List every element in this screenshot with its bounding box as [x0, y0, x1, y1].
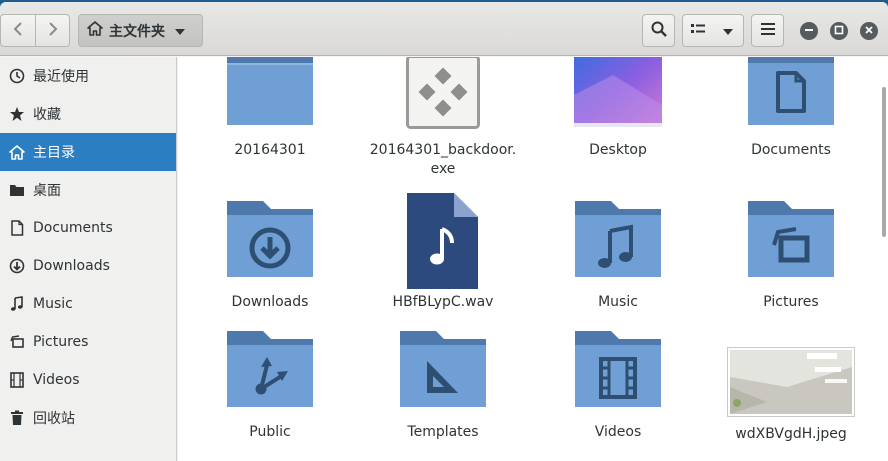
- sidebar-item-videos[interactable]: Videos: [0, 361, 176, 399]
- folder-templates-icon: [358, 331, 528, 411]
- chevron-down-icon: [175, 23, 185, 39]
- file-item[interactable]: 20164301: [185, 57, 355, 160]
- view-dropdown-button[interactable]: [713, 15, 743, 46]
- file-item[interactable]: HBfBLypC.wav: [358, 193, 528, 312]
- folder-pictures-icon: [706, 201, 876, 281]
- view-list-icon: [691, 23, 705, 39]
- header-bar: 主文件夹: [0, 2, 888, 56]
- main-menu-button[interactable]: [751, 14, 784, 47]
- hamburger-menu-icon: [760, 22, 775, 39]
- sidebar-item-label: Videos: [33, 372, 80, 388]
- file-name: Pictures: [763, 294, 819, 310]
- sidebar-item-downloads[interactable]: Downloads: [0, 247, 176, 285]
- document-icon: [9, 220, 25, 236]
- sidebar-item-music[interactable]: Music: [0, 285, 176, 323]
- sidebar-item-label: Documents: [33, 220, 113, 236]
- vertical-scrollbar[interactable]: [882, 87, 886, 237]
- back-button[interactable]: [1, 15, 35, 46]
- pictures-icon: [9, 334, 25, 350]
- sidebar-item-documents[interactable]: Documents: [0, 209, 176, 247]
- image-thumbnail: [706, 347, 876, 419]
- home-icon: [9, 144, 25, 160]
- folder-documents-icon: [706, 57, 876, 129]
- sidebar-item-label: Pictures: [33, 334, 89, 350]
- path-bar-home-button[interactable]: 主文件夹: [78, 14, 203, 47]
- file-item[interactable]: Public: [185, 331, 355, 442]
- chevron-left-icon: [13, 21, 23, 40]
- file-name: HBfBLypC.wav: [392, 294, 494, 310]
- sidebar-item-label: 回收站: [33, 411, 75, 427]
- desktop-folder-icon: [9, 182, 25, 198]
- download-icon: [9, 258, 25, 274]
- sidebar-item-label: 主目录: [33, 145, 75, 161]
- maximize-icon: [834, 23, 844, 39]
- view-options: [682, 14, 744, 47]
- close-icon: [864, 23, 874, 39]
- search-button[interactable]: [642, 14, 675, 47]
- executable-icon: [358, 57, 528, 129]
- sidebar-item-label: Music: [33, 296, 73, 312]
- file-item[interactable]: Videos: [533, 331, 703, 442]
- folder-public-icon: [185, 331, 355, 411]
- sidebar-item-desktop[interactable]: 桌面: [0, 171, 176, 209]
- chevron-right-icon: [48, 21, 58, 40]
- file-icon-grid: 20164301 20164301_backdoor. exe Desktop …: [178, 57, 888, 461]
- file-name: Public: [249, 424, 291, 440]
- forward-button[interactable]: [35, 15, 69, 46]
- minimize-icon: [804, 23, 814, 39]
- file-name: Downloads: [231, 294, 309, 310]
- file-name: wdXBVgdH.jpeg: [735, 426, 847, 442]
- desktop-thumbnail: [533, 57, 703, 129]
- file-name: Desktop: [589, 142, 647, 158]
- file-name: Documents: [751, 142, 831, 158]
- star-icon: [9, 106, 25, 122]
- sidebar-item-starred[interactable]: 收藏: [0, 95, 176, 133]
- maximize-button[interactable]: [830, 22, 848, 40]
- home-icon: [87, 21, 103, 40]
- file-item[interactable]: Templates: [358, 331, 528, 442]
- folder-icon: [185, 57, 355, 129]
- sidebar-item-label: Downloads: [33, 258, 110, 274]
- minimize-button[interactable]: [800, 22, 818, 40]
- file-manager-window: 主文件夹 最近使用 收藏 主目录 桌面 Documents Downloads …: [0, 2, 888, 461]
- file-name: 20164301_backdoor. exe: [369, 142, 517, 177]
- sidebar-item-home[interactable]: 主目录: [0, 133, 176, 171]
- places-sidebar: 最近使用 收藏 主目录 桌面 Documents Downloads Music: [0, 57, 177, 461]
- sidebar-item-label: 桌面: [33, 183, 61, 199]
- file-name: Videos: [594, 424, 642, 440]
- file-item[interactable]: Music: [533, 201, 703, 312]
- file-name: Music: [598, 294, 638, 310]
- sidebar-item-recent[interactable]: 最近使用: [0, 57, 176, 95]
- chevron-down-icon: [723, 23, 733, 39]
- audio-file-icon: [358, 193, 528, 289]
- sidebar-item-pictures[interactable]: Pictures: [0, 323, 176, 361]
- sidebar-item-trash[interactable]: 回收站: [0, 399, 176, 437]
- file-item[interactable]: 20164301_backdoor. exe: [358, 57, 528, 179]
- film-icon: [9, 372, 25, 388]
- file-item[interactable]: Desktop: [533, 57, 703, 160]
- trash-icon: [9, 410, 25, 426]
- history-nav: [0, 14, 70, 47]
- search-icon: [651, 21, 667, 41]
- file-name: Templates: [407, 424, 479, 440]
- file-item[interactable]: wdXBVgdH.jpeg: [706, 347, 876, 444]
- music-note-icon: [9, 296, 25, 312]
- file-name: 20164301: [234, 142, 306, 158]
- close-button[interactable]: [860, 22, 878, 40]
- sidebar-item-label: 最近使用: [33, 69, 89, 85]
- sidebar-item-label: 收藏: [33, 107, 61, 123]
- folder-music-icon: [533, 201, 703, 281]
- file-item[interactable]: Documents: [706, 57, 876, 160]
- list-view-button[interactable]: [683, 15, 713, 46]
- folder-videos-icon: [533, 331, 703, 411]
- path-label: 主文件夹: [109, 23, 165, 40]
- file-item[interactable]: Pictures: [706, 201, 876, 312]
- file-item[interactable]: Downloads: [185, 201, 355, 312]
- folder-downloads-icon: [185, 201, 355, 281]
- recent-clock-icon: [9, 68, 25, 84]
